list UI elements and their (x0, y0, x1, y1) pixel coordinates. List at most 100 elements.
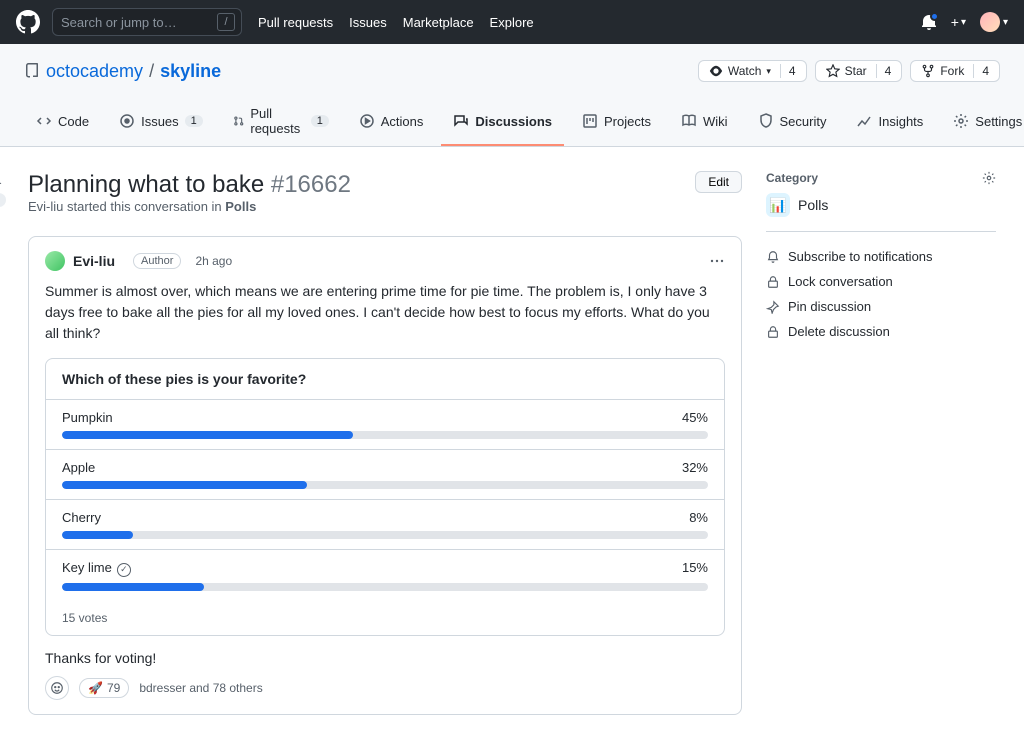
poll-bar-fg (62, 583, 204, 591)
pin-link[interactable]: Pin discussion (766, 294, 996, 319)
github-logo[interactable] (16, 10, 40, 34)
user-menu[interactable]: ▾ (980, 12, 1008, 32)
lock-link[interactable]: Lock conversation (766, 269, 996, 294)
poll-bar-bg (62, 531, 708, 539)
code-icon (36, 113, 52, 129)
tab-code[interactable]: Code (24, 98, 101, 146)
discussion-icon (453, 113, 469, 129)
pr-icon (233, 113, 245, 129)
subtitle-author-link[interactable]: Evi-liu (28, 199, 63, 214)
poll-category-icon: 📊 (766, 193, 790, 217)
repo-header: octocademy / skyline Watch ▾ 4 Star 4 Fo… (0, 44, 1024, 147)
search-input[interactable]: Search or jump to… / (52, 8, 242, 36)
fork-icon (921, 64, 935, 78)
poll-option-label: Key lime✓ (62, 560, 131, 577)
poll-option-pct: 8% (689, 510, 708, 525)
gear-icon (982, 171, 996, 185)
repo-title: octocademy / skyline (24, 61, 221, 82)
create-menu[interactable]: +▾ (951, 14, 966, 30)
discussion-subtitle: Evi-liu started this conversation in Pol… (28, 199, 351, 214)
notifications-button[interactable] (921, 14, 937, 30)
project-icon (582, 113, 598, 129)
mark-github-icon (16, 10, 40, 34)
nav-explore[interactable]: Explore (490, 15, 534, 30)
author-badge: Author (133, 253, 181, 269)
poll-bar-fg (62, 531, 133, 539)
poll-option[interactable]: Apple 32% (46, 450, 724, 500)
tab-projects[interactable]: Projects (570, 98, 663, 146)
tab-security[interactable]: Security (746, 98, 839, 146)
poll-option-pct: 15% (682, 560, 708, 577)
post-timestamp: 2h ago (195, 254, 232, 268)
avatar-icon (980, 12, 1000, 32)
repo-tabs: Code Issues1 Pull requests1 Actions Disc… (24, 98, 1000, 146)
post-menu-button[interactable] (709, 253, 725, 269)
repo-owner-link[interactable]: octocademy (46, 61, 143, 82)
poll-vote-count: 15 votes (46, 601, 724, 635)
post-author-link[interactable]: Evi-liu (73, 253, 115, 269)
graph-icon (856, 113, 872, 129)
gear-icon (953, 113, 969, 129)
poll-option-label: Cherry (62, 510, 101, 525)
poll-bar-bg (62, 481, 708, 489)
poll-question: Which of these pies is your favorite? (46, 359, 724, 400)
eye-icon (709, 64, 723, 78)
avatar-icon (45, 251, 65, 271)
repo-name-link[interactable]: skyline (160, 61, 221, 82)
watch-button[interactable]: Watch ▾ 4 (698, 60, 807, 82)
discussion-post: Evi-liu Author 2h ago Summer is almost o… (28, 236, 742, 715)
poll-option[interactable]: Key lime✓ 15% (46, 550, 724, 601)
tab-wiki[interactable]: Wiki (669, 98, 740, 146)
caret-down-icon: ▾ (1003, 17, 1008, 28)
caret-down-icon: ▾ (961, 17, 966, 28)
post-footer-text: Thanks for voting! (45, 650, 725, 666)
poll-option-label: Apple (62, 460, 95, 475)
global-nav: Pull requests Issues Marketplace Explore (258, 15, 534, 30)
upvote-button[interactable]: 1 (0, 177, 6, 207)
lock-icon (766, 275, 780, 289)
bell-icon (766, 250, 780, 264)
nav-pull-requests[interactable]: Pull requests (258, 15, 333, 30)
post-body: Summer is almost over, which means we ar… (45, 281, 725, 344)
caret-down-icon: ▾ (766, 66, 771, 77)
global-header: Search or jump to… / Pull requests Issue… (0, 0, 1024, 44)
poll-bar-fg (62, 431, 353, 439)
slash-key-icon: / (217, 13, 235, 31)
kebab-icon (709, 253, 725, 269)
lock-icon (766, 325, 780, 339)
poll-option-pct: 45% (682, 410, 708, 425)
tab-settings[interactable]: Settings (941, 98, 1024, 146)
delete-link[interactable]: Delete discussion (766, 319, 996, 344)
star-icon (826, 64, 840, 78)
sidebar-category[interactable]: 📊 Polls (766, 193, 996, 217)
tab-discussions[interactable]: Discussions (441, 98, 564, 146)
tab-insights[interactable]: Insights (844, 98, 935, 146)
tab-pull-requests[interactable]: Pull requests1 (221, 98, 341, 146)
nav-marketplace[interactable]: Marketplace (403, 15, 474, 30)
star-button[interactable]: Star 4 (815, 60, 903, 82)
poll-bar-fg (62, 481, 307, 489)
nav-issues[interactable]: Issues (349, 15, 387, 30)
vote-count: 1 (0, 193, 6, 207)
sidebar-category-label: Category (766, 171, 818, 185)
fork-button[interactable]: Fork 4 (910, 60, 1000, 82)
search-placeholder: Search or jump to… (61, 15, 177, 30)
tab-actions[interactable]: Actions (347, 98, 436, 146)
issue-icon (119, 113, 135, 129)
category-settings-button[interactable] (982, 171, 996, 185)
poll-option-pct: 32% (682, 460, 708, 475)
play-icon (359, 113, 375, 129)
poll-option[interactable]: Cherry 8% (46, 500, 724, 550)
add-reaction-button[interactable] (45, 676, 69, 700)
shield-icon (758, 113, 774, 129)
poll-bar-bg (62, 431, 708, 439)
reaction-rocket[interactable]: 🚀79 (79, 678, 129, 698)
subscribe-link[interactable]: Subscribe to notifications (766, 244, 996, 269)
repo-icon (24, 63, 40, 79)
tab-issues[interactable]: Issues1 (107, 98, 215, 146)
discussion-title: Planning what to bake #16662 (28, 171, 351, 199)
poll-option[interactable]: Pumpkin 45% (46, 400, 724, 450)
edit-button[interactable]: Edit (695, 171, 742, 193)
poll-option-label: Pumpkin (62, 410, 113, 425)
reaction-others[interactable]: bdresser and 78 others (139, 681, 262, 695)
